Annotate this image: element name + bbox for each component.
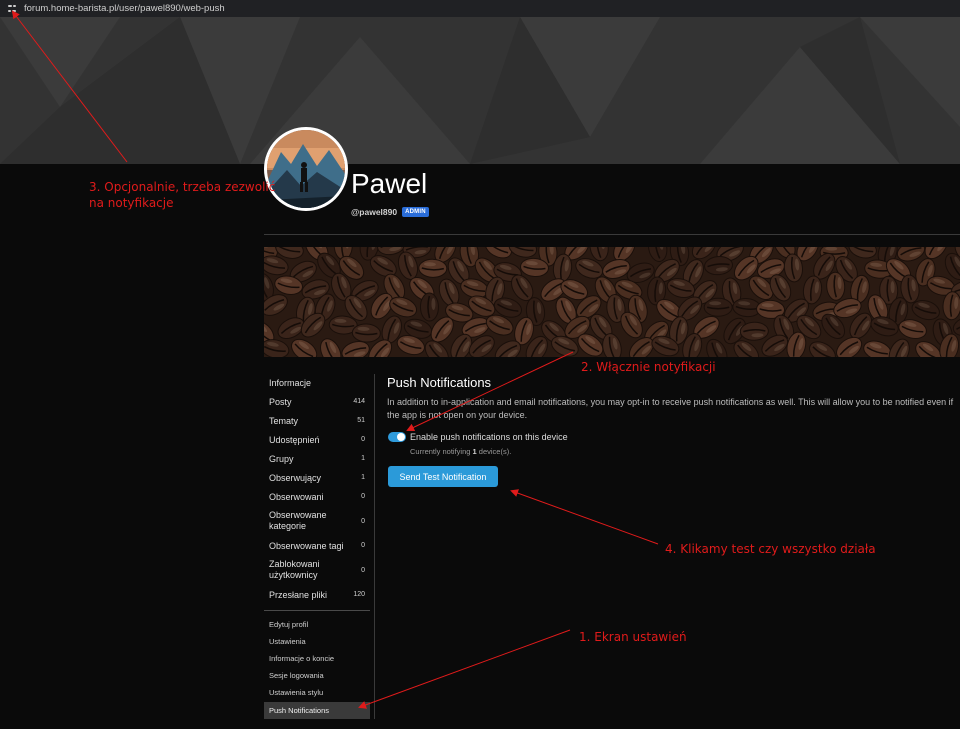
coffee-bean — [848, 247, 877, 259]
sidebar-item-label: Zablokowani użytkownicy — [269, 559, 320, 580]
content-divider — [374, 374, 375, 719]
sidebar-item-count: 51 — [357, 417, 365, 424]
sidebar-item-count: 1 — [361, 455, 365, 462]
sidebar-item-count: 0 — [361, 493, 365, 500]
sidebar-item-label: Obserwowane kategorie — [269, 510, 327, 531]
annotation-3-line2: na notyfikacje — [89, 196, 174, 210]
sidebar-item-count: 414 — [353, 398, 365, 405]
sidebar-link-informacje-o-koncie[interactable]: Informacje o koncie — [264, 650, 370, 667]
profile-sidebar: Informacje Posty 414 Tematy 51 Udostępni… — [264, 374, 370, 604]
page-title: Push Notifications — [387, 375, 492, 390]
sidebar-item-count: 0 — [361, 542, 365, 549]
arrow-1 — [358, 629, 571, 709]
sidebar-item-label: Informacje — [269, 378, 312, 388]
coffee-bean — [703, 297, 733, 317]
sidebar-item-obserwujacy[interactable]: Obserwujący 1 — [264, 468, 370, 487]
page-description: In addition to in-application and email … — [387, 397, 954, 420]
arrow-4 — [510, 489, 659, 545]
coffee-bean — [863, 340, 892, 357]
sidebar-item-label: Posty — [269, 396, 292, 407]
sidebar-item-label: Obserwowani — [269, 491, 324, 502]
sidebar-item-label: Obserwowane tagi — [269, 540, 344, 551]
sidebar-link-sesje-logowania[interactable]: Sesje logowania — [264, 667, 370, 684]
sidebar-link-push-notifications[interactable]: Push Notifications — [264, 702, 370, 719]
coffee-bean — [419, 292, 439, 322]
sidebar-item-posty[interactable]: Posty 414 — [264, 392, 370, 411]
push-notifications-toggle[interactable] — [388, 432, 406, 442]
sidebar-item-obserwowane-tagi[interactable]: Obserwowane tagi 0 — [264, 536, 370, 555]
sidebar-item-udostepnien[interactable]: Udostępnień 0 — [264, 430, 370, 449]
profile-cover — [0, 17, 960, 164]
admin-badge[interactable]: ADMIN — [402, 207, 429, 217]
url-text[interactable]: forum.home-barista.pl/user/pawel890/web-… — [24, 3, 225, 14]
toggle-label[interactable]: Enable push notifications on this device — [410, 432, 568, 442]
annotation-3-line1: 3. Opcjonalnie, trzeba zezwolić — [89, 180, 276, 194]
sidebar-link-ustawienia[interactable]: Ustawienia — [264, 633, 370, 650]
sidebar-item-grupy[interactable]: Grupy 1 — [264, 449, 370, 468]
send-test-notification-button[interactable]: Send Test Notification — [388, 466, 498, 487]
sidebar-link-edytuj-profil[interactable]: Edytuj profil — [264, 616, 370, 633]
address-bar[interactable]: forum.home-barista.pl/user/pawel890/web-… — [0, 0, 960, 17]
notifying-suffix: device(s). — [476, 447, 512, 456]
site-settings-icon[interactable] — [8, 4, 18, 14]
coffee-bean — [418, 258, 448, 278]
coffee-bean — [264, 339, 290, 357]
coffee-bean — [739, 321, 769, 341]
sidebar-item-tematy[interactable]: Tematy 51 — [264, 411, 370, 430]
annotation-4: 4. Klikamy test czy wszystko działa — [665, 542, 876, 556]
sidebar-divider — [264, 610, 370, 611]
annotation-1: 1. Ekran ustawień — [579, 630, 687, 644]
profile-handle-row: @pawel890 ADMIN — [351, 207, 429, 217]
sidebar-item-przeslane-pliki[interactable]: Przesłane pliki 120 — [264, 585, 370, 604]
sidebar-item-count: 0 — [361, 436, 365, 443]
sidebar-item-label: Obserwujący — [269, 472, 322, 483]
sidebar-item-zablokowani-uzytkownicy[interactable]: Zablokowani użytkownicy 0 — [264, 555, 370, 585]
profile-handle: @pawel890 — [351, 207, 398, 217]
sidebar-item-count: 120 — [353, 591, 365, 598]
notifying-status: Currently notifying 1 device(s). — [410, 447, 511, 456]
annotation-3: 3. Opcjonalnie, trzeba zezwolić na notyf… — [89, 179, 275, 211]
coffee-bean — [351, 323, 381, 343]
sidebar-item-count: 0 — [361, 566, 365, 574]
sidebar-link-ustawienia-stylu[interactable]: Ustawienia stylu — [264, 684, 370, 701]
sidebar-item-label: Udostępnień — [269, 434, 320, 445]
annotation-2: 2. Włącznie notyfikacji — [581, 360, 716, 374]
coffee-bean — [888, 338, 910, 357]
sidebar-item-label: Tematy — [269, 415, 299, 426]
sidebar-item-label: Przesłane pliki — [269, 589, 328, 600]
profile-divider — [264, 234, 960, 235]
profile-name: Pawel — [351, 168, 428, 199]
sidebar-item-obserwowane-kategorie[interactable]: Obserwowane kategorie 0 — [264, 506, 370, 536]
coffee-bean — [320, 338, 342, 357]
coffee-banner-image — [264, 247, 960, 357]
notifying-prefix: Currently notifying — [410, 447, 473, 456]
coffee-bean — [704, 256, 733, 276]
avatar[interactable] — [264, 127, 348, 211]
coffee-bean — [809, 341, 836, 357]
sidebar-item-count: 0 — [361, 517, 365, 525]
sidebar-item-obserwowani[interactable]: Obserwowani 0 — [264, 487, 370, 506]
coffee-bean — [291, 338, 318, 357]
sidebar-item-label: Grupy — [269, 453, 294, 464]
sidebar-item-count: 1 — [361, 474, 365, 481]
sidebar-item-informacje[interactable]: Informacje — [264, 374, 370, 392]
